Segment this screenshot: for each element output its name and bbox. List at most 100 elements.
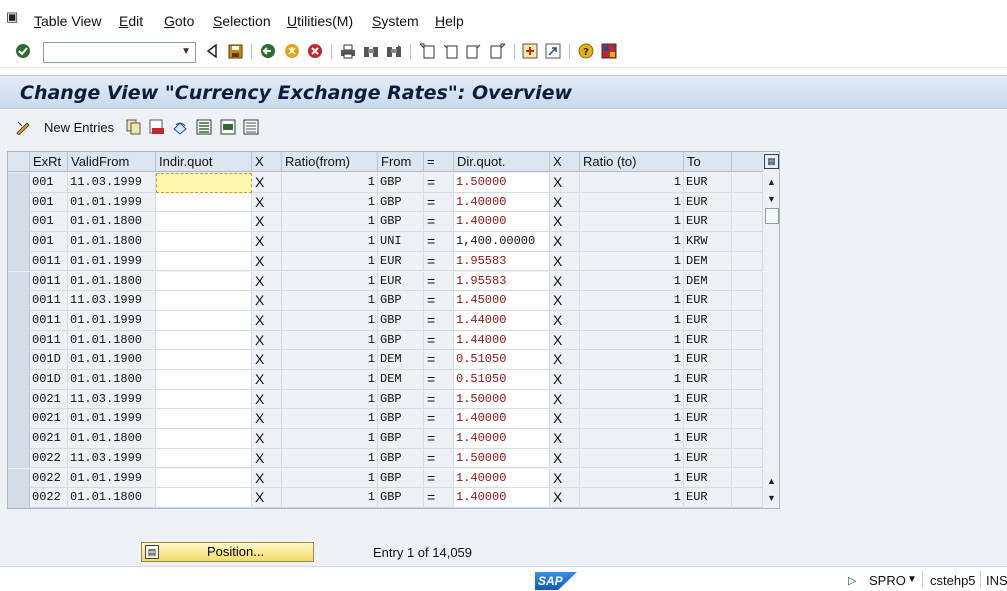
row-selector[interactable] bbox=[8, 212, 30, 233]
cell-indirect-quote[interactable] bbox=[156, 173, 252, 193]
column-header-ratio-to[interactable]: Ratio (to) bbox=[580, 152, 684, 172]
row-selector[interactable] bbox=[8, 389, 30, 410]
cell-indirect-quote[interactable] bbox=[156, 389, 252, 410]
chevron-down-icon[interactable]: ▼ bbox=[181, 46, 191, 57]
cell-indirect-quote[interactable] bbox=[156, 429, 252, 449]
next-page-icon[interactable] bbox=[466, 43, 482, 59]
chevron-down-icon[interactable]: ▼ bbox=[907, 574, 917, 585]
row-selector[interactable] bbox=[8, 409, 30, 430]
create-session-icon[interactable] bbox=[522, 43, 538, 59]
command-input[interactable] bbox=[44, 43, 174, 62]
first-page-icon[interactable] bbox=[419, 43, 435, 59]
scroll-page-up-icon[interactable]: ▲ bbox=[767, 476, 776, 486]
column-header-from[interactable]: From bbox=[378, 152, 424, 172]
cell-direct-quote[interactable]: 1.40000 bbox=[454, 409, 550, 430]
cell-indirect-quote[interactable] bbox=[156, 251, 252, 272]
cell-indirect-quote[interactable] bbox=[156, 370, 252, 390]
row-selector[interactable] bbox=[8, 429, 30, 449]
column-header-equals[interactable]: = bbox=[424, 152, 454, 172]
row-selector[interactable] bbox=[8, 468, 30, 489]
system-menu-icon[interactable]: ▣ bbox=[6, 10, 22, 24]
cell-direct-quote[interactable]: 1.40000 bbox=[454, 468, 550, 489]
cell-indirect-quote[interactable] bbox=[156, 310, 252, 331]
row-selector[interactable] bbox=[8, 350, 30, 370]
undo-change-icon[interactable] bbox=[172, 119, 188, 135]
save-icon[interactable] bbox=[227, 43, 243, 59]
menu-utilities[interactable]: Utilities(M) bbox=[287, 13, 353, 29]
cell-direct-quote[interactable]: 1.40000 bbox=[454, 429, 550, 449]
cell-indirect-quote[interactable] bbox=[156, 488, 252, 508]
menu-goto[interactable]: Goto bbox=[164, 13, 194, 29]
row-selector[interactable] bbox=[8, 232, 30, 252]
status-mode[interactable]: INS bbox=[986, 573, 1007, 588]
cell-indirect-quote[interactable] bbox=[156, 468, 252, 489]
deselect-all-icon[interactable] bbox=[243, 119, 259, 135]
copy-icon[interactable] bbox=[126, 119, 142, 135]
find-next-icon[interactable] bbox=[386, 43, 402, 59]
row-selector[interactable] bbox=[8, 251, 30, 272]
help-icon[interactable]: ? bbox=[578, 43, 594, 59]
select-all-icon[interactable] bbox=[196, 119, 212, 135]
print-icon[interactable] bbox=[340, 43, 356, 59]
row-selector[interactable] bbox=[8, 370, 30, 390]
shortcut-icon[interactable] bbox=[545, 43, 561, 59]
cell-direct-quote[interactable]: 1.45000 bbox=[454, 291, 550, 311]
cell-direct-quote[interactable]: 1.95583 bbox=[454, 251, 550, 272]
display-change-icon[interactable] bbox=[15, 119, 31, 135]
menu-help[interactable]: Help bbox=[435, 13, 464, 29]
cell-direct-quote[interactable]: 1.50000 bbox=[454, 389, 550, 410]
row-selector[interactable] bbox=[8, 271, 30, 292]
row-selector[interactable] bbox=[8, 330, 30, 351]
cell-direct-quote[interactable]: 1.44000 bbox=[454, 310, 550, 331]
scroll-up-icon[interactable]: ▲ bbox=[767, 177, 776, 187]
cell-direct-quote[interactable]: 1.95583 bbox=[454, 271, 550, 292]
menu-system[interactable]: System bbox=[372, 13, 419, 29]
column-header-ratio-from[interactable]: Ratio(from) bbox=[282, 152, 378, 172]
back-nav-icon[interactable] bbox=[260, 43, 276, 59]
command-field[interactable]: ▼ bbox=[43, 42, 196, 63]
cell-indirect-quote[interactable] bbox=[156, 448, 252, 469]
column-header-direct-quote[interactable]: Dir.quot. bbox=[454, 152, 550, 172]
back-icon[interactable] bbox=[204, 43, 220, 59]
cell-direct-quote[interactable]: 1.44000 bbox=[454, 330, 550, 351]
cell-indirect-quote[interactable] bbox=[156, 330, 252, 351]
enter-icon[interactable] bbox=[15, 43, 31, 59]
column-header-exrt[interactable]: ExRt bbox=[30, 152, 68, 172]
layout-icon[interactable] bbox=[601, 43, 617, 59]
select-block-icon[interactable] bbox=[220, 119, 236, 135]
scroll-page-down-icon[interactable]: ▼ bbox=[767, 194, 776, 204]
cell-direct-quote[interactable]: 1.50000 bbox=[454, 448, 550, 469]
row-selector[interactable] bbox=[8, 448, 30, 469]
row-selector[interactable] bbox=[8, 173, 30, 193]
scroll-thumb[interactable] bbox=[765, 208, 779, 224]
row-selector[interactable] bbox=[8, 192, 30, 213]
column-header-indirect-quote[interactable]: Indir.quot bbox=[156, 152, 252, 172]
row-selector[interactable] bbox=[8, 488, 30, 508]
cell-direct-quote[interactable]: 1.40000 bbox=[454, 192, 550, 213]
previous-page-icon[interactable] bbox=[442, 43, 458, 59]
column-header-valid-from[interactable]: ValidFrom bbox=[68, 152, 156, 172]
cancel-icon[interactable] bbox=[307, 43, 323, 59]
row-selector[interactable] bbox=[8, 310, 30, 331]
cell-direct-quote[interactable]: 0.51050 bbox=[454, 370, 550, 390]
menu-selection[interactable]: Selection bbox=[213, 13, 271, 29]
cell-direct-quote[interactable]: 0.51050 bbox=[454, 350, 550, 370]
scroll-down-icon[interactable]: ▼ bbox=[767, 493, 776, 503]
status-expand-icon[interactable]: ▷ bbox=[848, 574, 856, 587]
cell-indirect-quote[interactable] bbox=[156, 350, 252, 370]
cell-indirect-quote[interactable] bbox=[156, 291, 252, 311]
column-header-x-to[interactable]: X bbox=[550, 152, 580, 172]
column-header-to[interactable]: To bbox=[684, 152, 732, 172]
cell-indirect-quote[interactable] bbox=[156, 192, 252, 213]
column-header-x-from[interactable]: X bbox=[252, 152, 282, 172]
cell-direct-quote[interactable]: 1,400.00000 bbox=[454, 232, 550, 252]
cell-direct-quote[interactable]: 1.40000 bbox=[454, 488, 550, 508]
find-icon[interactable] bbox=[363, 43, 379, 59]
cell-indirect-quote[interactable] bbox=[156, 232, 252, 252]
cell-indirect-quote[interactable] bbox=[156, 409, 252, 430]
vertical-scrollbar[interactable]: ▦ ▲ ▼ ▲ ▼ bbox=[763, 152, 779, 508]
select-all-column-header[interactable] bbox=[8, 152, 30, 172]
cell-indirect-quote[interactable] bbox=[156, 271, 252, 292]
exit-icon[interactable] bbox=[284, 43, 300, 59]
column-settings-icon[interactable]: ▦ bbox=[764, 154, 779, 169]
